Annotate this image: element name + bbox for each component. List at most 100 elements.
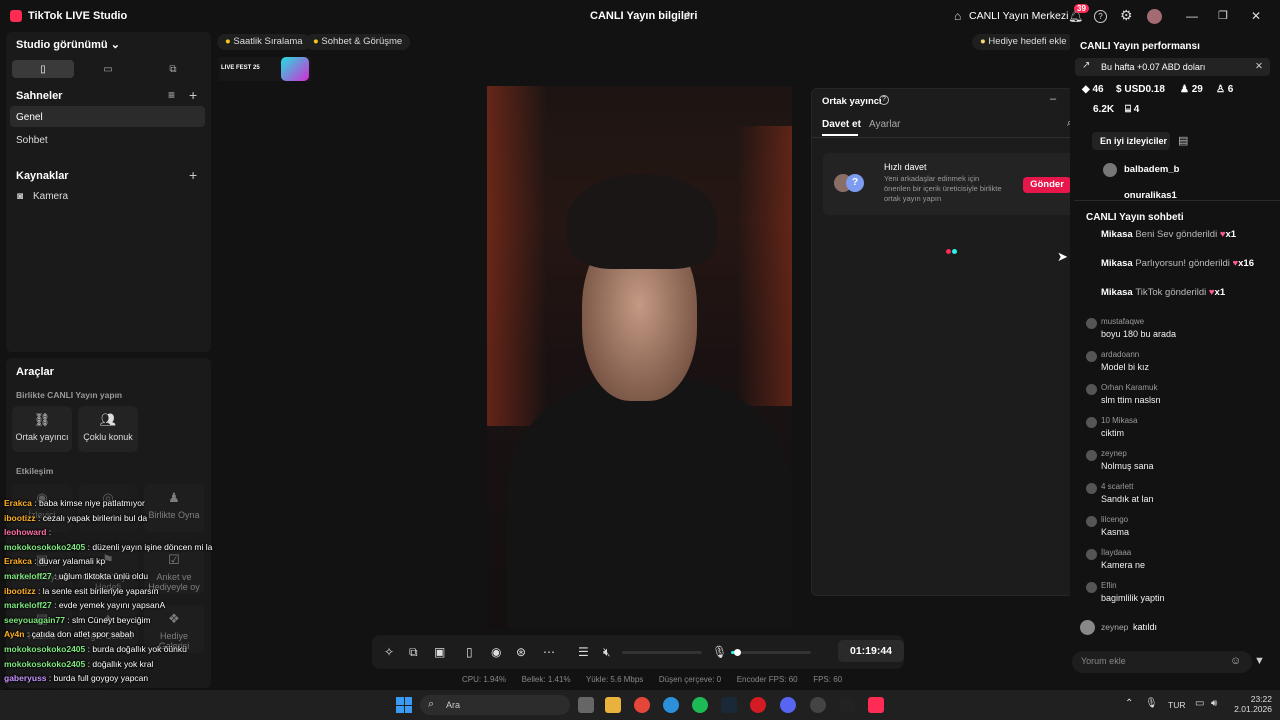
language-indicator[interactable]: TUR: [1168, 700, 1185, 710]
chat-username[interactable]: mustafaqwe: [1101, 316, 1176, 328]
effects-icon[interactable]: ▣: [434, 645, 445, 659]
avatar[interactable]: [1147, 9, 1162, 24]
chat-overlay-message: cezalı yapak birilerini bul da: [42, 512, 148, 523]
cohost-tool-button[interactable]: ⛓ Ortak yayıncı: [12, 406, 72, 452]
minimize-icon[interactable]: —: [1186, 9, 1198, 23]
phone-icon[interactable]: ▯: [466, 645, 473, 659]
steam-icon[interactable]: [721, 697, 737, 713]
mic-slider[interactable]: [731, 649, 811, 656]
comment-field[interactable]: Yorum ekle ☺: [1072, 651, 1252, 673]
mute-icon[interactable]: 🔇︎: [603, 645, 611, 660]
add-source-icon[interactable]: +: [189, 167, 197, 183]
multi-layout-button[interactable]: ⧉: [142, 60, 204, 78]
gear-icon[interactable]: ⚙: [1120, 7, 1133, 24]
taskbar-search[interactable]: ⌕ Ara: [420, 695, 570, 715]
list-icon[interactable]: ≡: [168, 88, 175, 102]
chat-username[interactable]: Eflin: [1101, 580, 1165, 592]
light-glow: [737, 126, 792, 406]
chat-overlay-line: ibootizz : cezalı yapak birilerini bul d…: [4, 511, 147, 526]
add-scene-icon[interactable]: +: [189, 87, 197, 103]
volume-icon[interactable]: 🔊︎: [1211, 698, 1217, 709]
chat-username[interactable]: ardadoann: [1101, 349, 1149, 361]
bulb-icon: ●: [980, 36, 986, 47]
task-view-icon[interactable]: [578, 697, 594, 713]
start-tile: [396, 697, 404, 705]
hourly-ranking-pill[interactable]: ● Saatlik Sıralama: [217, 34, 311, 50]
live-center-button[interactable]: CANLI Yayın Merkezi: [969, 10, 1068, 22]
chat-username[interactable]: zeynep: [1101, 448, 1154, 460]
mic-icon[interactable]: 🎙︎: [712, 645, 727, 659]
top-viewer-1[interactable]: balbadem_b: [1124, 164, 1179, 175]
stat-followers-value: 6: [1227, 84, 1234, 95]
stat-diamonds: ◆ 46: [1082, 84, 1104, 95]
tab-settings[interactable]: Ayarlar: [869, 119, 901, 130]
list-icon[interactable]: ▤: [1178, 134, 1188, 147]
windows-start-icon[interactable]: [396, 697, 412, 713]
top-viewer-2[interactable]: onuralikas1: [1124, 190, 1177, 198]
tiktok-studio-icon[interactable]: [868, 697, 884, 713]
volume-slider[interactable]: [622, 651, 702, 654]
landscape-layout-button[interactable]: ▭: [77, 60, 139, 78]
chat-username[interactable]: lilcengo: [1101, 514, 1129, 526]
info-icon[interactable]: ?: [879, 95, 889, 105]
chat-username[interactable]: İlaydaaa: [1101, 547, 1145, 559]
discord-icon[interactable]: [780, 697, 796, 713]
tab-invite[interactable]: Davet et: [822, 119, 861, 130]
settings-sliders-icon[interactable]: ☰: [578, 645, 589, 659]
gift-goal-pill[interactable]: ● Hediye hedefi ekle: [972, 34, 1075, 50]
opera-icon[interactable]: [750, 697, 766, 713]
magic-wand-icon[interactable]: ✧: [384, 645, 394, 659]
stat-usd-value: USD0.18: [1124, 84, 1165, 95]
portrait-layout-button[interactable]: ▯: [12, 60, 74, 78]
avatar: [1086, 582, 1097, 593]
person-body: [507, 376, 792, 628]
chat-text: Sandık at lan: [1101, 494, 1154, 504]
transform-icon[interactable]: ⧉: [409, 645, 418, 660]
gift-text: TikTok gönderildi: [1135, 287, 1207, 298]
chat-meet-label: Sohbet & Görüşme: [321, 36, 403, 47]
file-explorer-icon[interactable]: [605, 697, 621, 713]
cohost-tool-label: Ortak yayıncı: [15, 432, 69, 442]
chat-username[interactable]: 4 scarlett: [1101, 481, 1154, 493]
studio-view-dropdown[interactable]: Studio görünümü ⌄: [16, 38, 120, 51]
chat-meet-pill[interactable]: ● Sohbet & Görüşme: [305, 34, 411, 50]
share-icon[interactable]: ↱: [682, 9, 692, 23]
record-icon[interactable]: ◉: [491, 645, 501, 659]
send-button[interactable]: Gönder: [1023, 177, 1071, 193]
minimize-icon[interactable]: –: [1050, 93, 1056, 105]
chat-username[interactable]: 10 Mikasa: [1101, 415, 1137, 427]
chat-overlay-user: mokokosokoko2405: [4, 644, 86, 654]
scene-item-sohbet[interactable]: Sohbet: [16, 135, 48, 146]
network-icon[interactable]: ▭: [1195, 698, 1204, 709]
app-icon[interactable]: [810, 697, 826, 713]
slider-thumb[interactable]: [734, 649, 741, 656]
live-fest-banner[interactable]: LIVE FEST 25: [219, 57, 311, 81]
chat-overlay-line: seeyouagain77 : slm Cüneyt beyciğim: [4, 613, 150, 628]
stream-icon[interactable]: ⊛: [516, 645, 526, 659]
camera-preview[interactable]: [487, 86, 792, 628]
help-icon[interactable]: ?: [1094, 10, 1107, 23]
maximize-icon[interactable]: ❐: [1218, 9, 1228, 22]
more-icon[interactable]: ⋯: [543, 645, 555, 659]
emoji-icon[interactable]: ☺: [1230, 655, 1241, 667]
chat-text: slm ttim naslsn: [1101, 395, 1161, 405]
multiguest-tool-button[interactable]: 👥︎ Çoklu konuk: [78, 406, 138, 452]
chevron-up-icon[interactable]: ⌃: [1125, 698, 1133, 709]
app-title: TikTok LIVE Studio: [28, 10, 128, 22]
chat-overlay-message: çatıda don atlet spor sabah: [31, 629, 135, 640]
chrome-icon[interactable]: [634, 697, 650, 713]
chat-overlay-line: mokokosokoko2405 : burda doğallık yok öü…: [4, 642, 187, 657]
terminal-icon[interactable]: [839, 697, 855, 713]
edge-icon[interactable]: [663, 697, 679, 713]
chat-username[interactable]: Orhan Karamuk: [1101, 382, 1161, 394]
cohost-dialog: Ortak yayıncı ? – ✕ Davet et Ayarlar ⌕ ?…: [811, 88, 1090, 596]
cohost-title: Ortak yayıncı: [822, 96, 882, 107]
clock[interactable]: 23:22 2.01.2026: [1232, 694, 1272, 714]
mic-tray-icon[interactable]: 🎙︎: [1145, 698, 1158, 709]
filter-icon[interactable]: ▼: [1254, 655, 1265, 667]
spotify-icon[interactable]: [692, 697, 708, 713]
source-camera[interactable]: Kamera: [33, 191, 68, 202]
multiguest-tool-label: Çoklu konuk: [83, 432, 133, 442]
close-icon[interactable]: ✕: [1251, 9, 1261, 23]
close-icon[interactable]: ✕: [1255, 61, 1263, 72]
